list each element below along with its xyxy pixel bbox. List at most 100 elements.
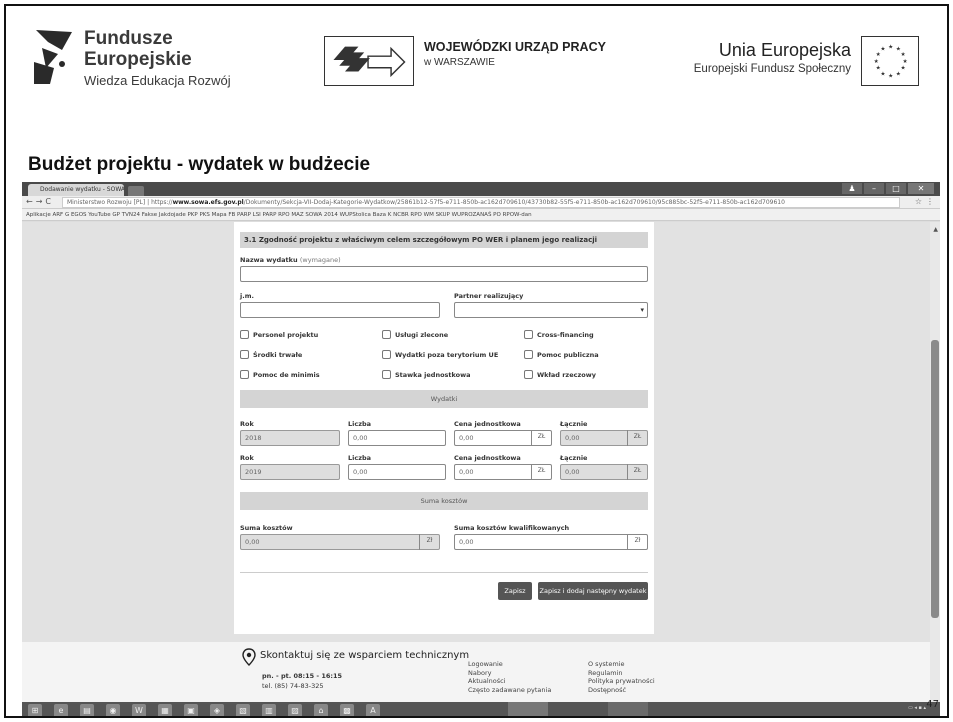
footer-link[interactable]: O systemie (588, 660, 655, 669)
lacznie-field: 0,00 ZŁ (560, 464, 648, 480)
bookmark-star-icon[interactable]: ☆ (915, 197, 922, 206)
suma-kwal-input[interactable]: 0,00 Zł (454, 534, 648, 550)
checkbox-icon[interactable] (382, 370, 391, 379)
checkbox-icon[interactable] (524, 370, 533, 379)
rok-label: Rok (240, 454, 254, 462)
chk-cross[interactable]: Cross-financing (524, 330, 594, 339)
currency-unit: ZŁ (531, 464, 551, 480)
chk-srodki[interactable]: Środki trwałe (240, 350, 302, 359)
svg-text:★: ★ (888, 44, 893, 51)
jm-input[interactable] (240, 302, 440, 318)
checkbox-icon[interactable] (240, 370, 249, 379)
app-icon[interactable]: ▣ (184, 704, 198, 716)
browser-tab[interactable]: Dodawanie wydatku - SOWA (28, 184, 124, 196)
scroll-up-icon[interactable]: ▲ (933, 226, 938, 233)
partner-select[interactable]: ▾ (454, 302, 648, 318)
app-icon[interactable]: ▩ (340, 704, 354, 716)
liczba-label: Liczba (348, 420, 372, 428)
section-title: 3.1 Zgodność projektu z właściwym celem … (240, 232, 648, 248)
ue-line1: Unia Europejska (718, 40, 851, 60)
footer-link[interactable]: Często zadawane pytania (468, 686, 551, 695)
expense-form: 3.1 Zgodność projektu z właściwym celem … (234, 222, 654, 634)
scrollbar-thumb[interactable] (931, 340, 939, 618)
wup-text: WOJEWÓDZKI URZĄD PRACY w WARSZAWIE (424, 40, 606, 68)
liczba-input[interactable]: 0,00 (348, 430, 446, 446)
lacznie-label: Łącznie (560, 420, 588, 428)
app-icon[interactable]: ▦ (158, 704, 172, 716)
checkbox-icon[interactable] (240, 350, 249, 359)
taskbar-window[interactable] (608, 702, 648, 716)
fe-line1: Fundusze (84, 28, 173, 49)
support-hours: pn. - pt. 08:15 - 16:15 (262, 672, 343, 680)
menu-dots-icon[interactable]: ⋮ (926, 197, 934, 206)
page-footer: Skontaktuj się ze wsparciem technicznym … (22, 642, 930, 702)
lacznie-value: 0,00 (565, 468, 580, 476)
word-icon[interactable]: W (132, 704, 146, 716)
taskbar-active-window[interactable] (508, 702, 548, 716)
footer-link[interactable]: Aktualności (468, 677, 551, 686)
slide-title: Budżet projektu - wydatek w budżecie (28, 154, 371, 175)
app-icon[interactable]: ◈ (210, 704, 224, 716)
chk-de-minimis[interactable]: Pomoc de minimis (240, 370, 320, 379)
checkbox-icon[interactable] (524, 330, 533, 339)
chrome-icon[interactable]: ◉ (106, 704, 120, 716)
chk-wklad[interactable]: Wkład rzeczowy (524, 370, 596, 379)
chk-pomoc-publiczna[interactable]: Pomoc publiczna (524, 350, 599, 359)
new-tab-button[interactable] (128, 186, 144, 196)
acrobat-icon[interactable]: A (366, 704, 380, 716)
checkbox-icon[interactable] (382, 330, 391, 339)
checkbox-icon[interactable] (524, 350, 533, 359)
checkbox-icon[interactable] (240, 330, 249, 339)
footer-link[interactable]: Nabory (468, 669, 551, 678)
footer-links-col1: Logowanie Nabory Aktualności Często zada… (468, 660, 551, 694)
maximize-icon[interactable]: □ (886, 183, 906, 194)
checkbox-icon[interactable] (382, 350, 391, 359)
save-button[interactable]: Zapisz (498, 582, 532, 600)
chk-personel[interactable]: Personel projektu (240, 330, 318, 339)
chk-label: Stawka jednostkowa (395, 370, 471, 379)
footer-link[interactable]: Polityka prywatności (588, 677, 655, 686)
cena-input[interactable]: 0,00 ZŁ (454, 430, 552, 446)
cena-input[interactable]: 0,00 ZŁ (454, 464, 552, 480)
save-and-add-next-button[interactable]: Zapisz i dodaj następny wydatek (538, 582, 648, 600)
footer-link[interactable]: Dostępność (588, 686, 655, 695)
app-icon[interactable]: ▨ (288, 704, 302, 716)
url-field[interactable]: Ministerstwo Rozwoju [PL] | https://www.… (62, 197, 900, 208)
nazwa-input[interactable] (240, 266, 648, 282)
home-icon[interactable]: ⌂ (314, 704, 328, 716)
support-phone: tel. (85) 74-83-325 (262, 682, 324, 690)
svg-text:★: ★ (880, 70, 885, 77)
footer-link[interactable]: Logowanie (468, 660, 551, 669)
start-icon[interactable]: ⊞ (28, 704, 42, 716)
nav-buttons[interactable]: ←→C (26, 197, 54, 206)
liczba-label: Liczba (348, 454, 372, 462)
lacznie-value: 0,00 (565, 434, 580, 442)
minimize-icon[interactable]: – (864, 183, 884, 194)
url-prefix: Ministerstwo Rozwoju [PL] | https:// (67, 199, 173, 206)
chk-poza-ue[interactable]: Wydatki poza terytorium UE (382, 350, 498, 359)
chk-uslugi[interactable]: Usługi zlecone (382, 330, 448, 339)
explorer-icon[interactable]: ▤ (80, 704, 94, 716)
nazwa-label-text: Nazwa wydatku (240, 256, 298, 264)
scrollbar[interactable]: ▲ (930, 222, 940, 702)
wup-line2: w WARSZAWIE (424, 57, 495, 68)
svg-text:★: ★ (901, 51, 906, 58)
footer-link[interactable]: Regulamin (588, 669, 655, 678)
app-icon[interactable]: ▧ (236, 704, 250, 716)
rok-field: 2019 (240, 464, 340, 480)
liczba-input[interactable]: 0,00 (348, 464, 446, 480)
currency-unit: ZŁ (627, 430, 647, 446)
close-icon[interactable]: ✕ (908, 183, 934, 194)
suma-kwal-value: 0,00 (459, 538, 474, 546)
suma-kwal-label: Suma kosztów kwalifikowanych (454, 524, 570, 532)
system-tray[interactable]: ▭ ◂ ▪ ▴ (908, 705, 926, 711)
user-icon[interactable]: ♟ (842, 183, 862, 194)
ie-icon[interactable]: e (54, 704, 68, 716)
slide-number: 47 (926, 699, 939, 710)
cena-label: Cena jednostkowa (454, 454, 521, 462)
bookmarks-bar[interactable]: Aplikacje ARF G EGOS YouTube GP TVN24 Fa… (22, 209, 940, 221)
rok-field: 2018 (240, 430, 340, 446)
required-hint: (wymagane) (299, 256, 341, 264)
chk-stawka[interactable]: Stawka jednostkowa (382, 370, 471, 379)
app-icon[interactable]: ▥ (262, 704, 276, 716)
